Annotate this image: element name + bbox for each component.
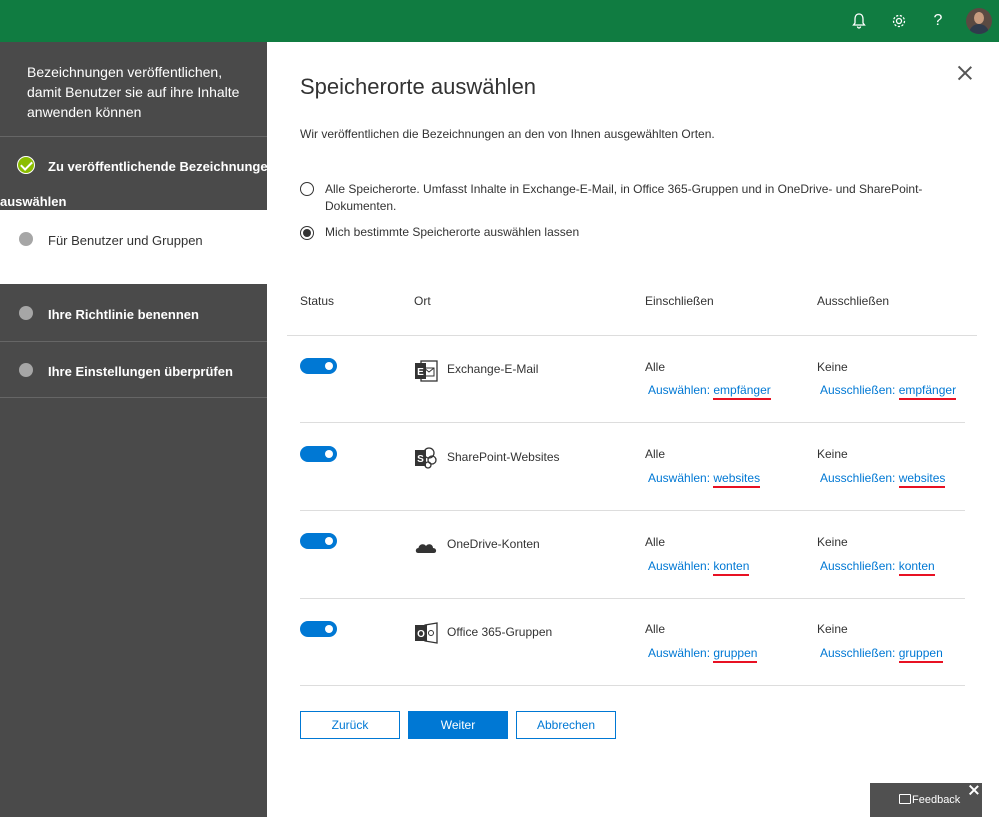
feedback-label: Feedback <box>912 794 961 806</box>
radio-all-locations[interactable] <box>300 182 314 196</box>
column-header-exclude: Ausschließen <box>817 294 890 308</box>
location-name: Office 365-Gruppen <box>447 625 553 639</box>
location-name: SharePoint-Websites <box>447 450 560 464</box>
check-icon <box>17 156 35 174</box>
status-toggle[interactable] <box>300 358 337 374</box>
status-toggle[interactable] <box>300 446 337 462</box>
step-1-label-continued[interactable]: auswählen <box>0 194 66 209</box>
step-2-label-continued[interactable]: veröffentlichen <box>0 268 84 283</box>
exclude-link[interactable]: Ausschließen: websites <box>820 471 946 488</box>
divider <box>0 341 267 342</box>
gear-icon[interactable] <box>888 10 910 32</box>
include-link[interactable]: Auswählen: empfänger <box>648 383 771 400</box>
onedrive-icon <box>415 544 437 553</box>
back-button[interactable]: Zurück <box>300 711 400 739</box>
radio-all-locations-label[interactable]: Alle Speicherorte. Umfasst Inhalte in Ex… <box>325 181 922 215</box>
comment-icon <box>899 794 911 804</box>
row-divider <box>300 685 965 686</box>
wizard-sidebar: Bezeichnungen veröffentlichen, damit Ben… <box>0 42 276 817</box>
row-divider <box>300 598 965 599</box>
exclude-link[interactable]: Ausschließen: empfänger <box>820 383 957 400</box>
step-3-dot-icon <box>19 306 33 320</box>
exchange-icon: E <box>415 360 438 382</box>
column-header-include: Einschließen <box>645 294 714 308</box>
step-2-dot-icon <box>19 232 33 246</box>
svg-text:O: O <box>417 629 425 640</box>
include-value: Alle <box>645 447 666 461</box>
page-title: Speicherorte auswählen <box>300 74 537 99</box>
cancel-button[interactable]: Abbrechen <box>516 711 616 739</box>
step-4-label[interactable]: Ihre Einstellungen überprüfen <box>48 364 233 379</box>
sharepoint-icon: S <box>415 447 437 469</box>
step-3-label[interactable]: Ihre Richtlinie benennen <box>48 307 199 322</box>
exclude-value: Keine <box>817 535 848 549</box>
row-divider <box>300 510 965 511</box>
exclude-value: Keine <box>817 447 848 461</box>
status-toggle[interactable] <box>300 533 337 549</box>
step-4-dot-icon <box>19 363 33 377</box>
include-link[interactable]: Auswählen: gruppen <box>648 646 758 663</box>
next-button[interactable]: Weiter <box>408 711 508 739</box>
step-1-label[interactable]: Zu veröffentlichende Bezeichnungen <box>48 159 276 174</box>
svg-text:E: E <box>417 367 424 378</box>
column-header-location: Ort <box>414 294 431 308</box>
exclude-link[interactable]: Ausschließen: gruppen <box>820 646 943 663</box>
exclude-value: Keine <box>817 360 848 374</box>
step-2-label[interactable]: Für Benutzer und Gruppen <box>48 233 203 248</box>
avatar[interactable] <box>966 8 992 34</box>
wizard-heading: Bezeichnungen veröffentlichen, damit Ben… <box>27 64 240 120</box>
row-divider <box>300 422 965 423</box>
include-link[interactable]: Auswählen: websites <box>648 471 761 488</box>
office365-groups-icon: O <box>415 622 438 644</box>
radio-custom-locations-label[interactable]: Mich bestimmte Speicherorte auswählen la… <box>325 224 579 241</box>
feedback-button[interactable]: Feedback <box>870 783 982 817</box>
column-header-status: Status <box>300 294 335 308</box>
status-toggle[interactable] <box>300 621 337 637</box>
include-link[interactable]: Auswählen: konten <box>648 559 750 576</box>
bell-icon[interactable] <box>848 10 870 32</box>
top-bar: ? <box>0 0 999 42</box>
location-name: OneDrive-Konten <box>447 537 540 551</box>
page-description: Wir veröffentlichen die Bezeichnungen an… <box>300 127 715 141</box>
exclude-link[interactable]: Ausschließen: konten <box>820 559 935 576</box>
close-feedback-icon[interactable] <box>967 783 981 797</box>
include-value: Alle <box>645 622 666 636</box>
include-value: Alle <box>645 360 666 374</box>
svg-text:S: S <box>417 454 424 465</box>
divider <box>0 397 267 398</box>
radio-custom-locations[interactable] <box>300 226 314 240</box>
exclude-value: Keine <box>817 622 848 636</box>
table-divider <box>287 335 977 336</box>
location-name: Exchange-E-Mail <box>447 362 539 376</box>
divider <box>0 136 267 137</box>
help-icon[interactable]: ? <box>927 10 949 32</box>
close-icon[interactable] <box>955 64 975 84</box>
include-value: Alle <box>645 535 666 549</box>
